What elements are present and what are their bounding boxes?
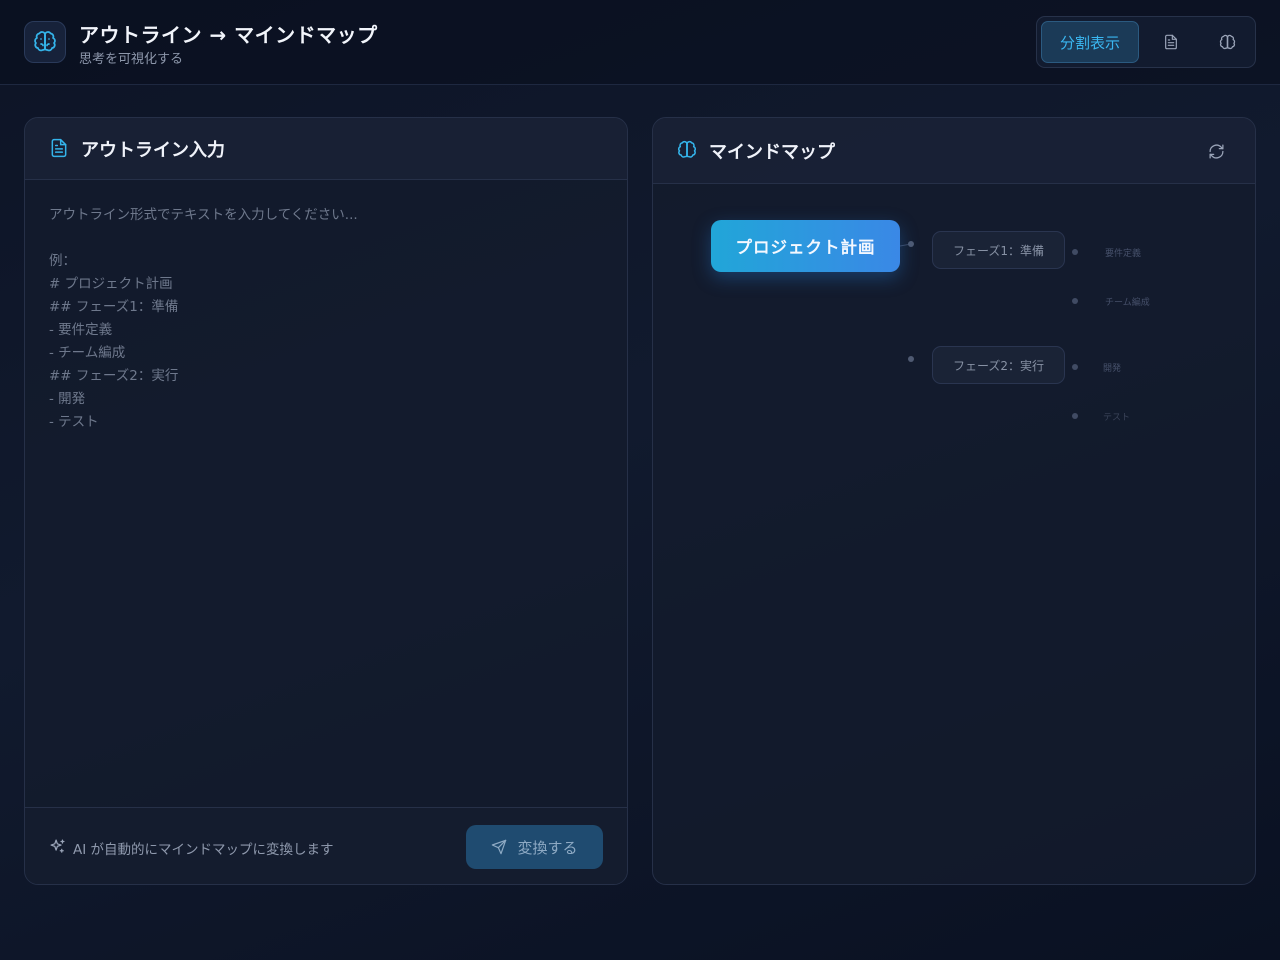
connector-dot — [1072, 413, 1078, 419]
mindmap-connectors — [899, 241, 1078, 419]
mindmap-branch-node[interactable]: フェーズ1：準備 — [932, 231, 1065, 269]
mindmap-leaf-node[interactable]: 開発 — [1103, 361, 1121, 374]
outline-view-button[interactable] — [1149, 21, 1193, 63]
app-subtitle: 思考を可視化する — [79, 52, 184, 67]
outline-panel-header: アウトライン入力 — [25, 118, 627, 180]
mindmap-leaf-node[interactable]: チーム編成 — [1105, 295, 1150, 308]
mindmap-panel: マインドマップ プロジェクト計画 フェーズ1：準備 フェーズ2：実行 要件定義 … — [652, 117, 1256, 885]
mindmap-leaf-node[interactable]: 要件定義 — [1105, 246, 1141, 259]
brain-icon — [678, 140, 696, 158]
split-view-button[interactable]: 分割表示 — [1041, 21, 1139, 63]
connector-dot — [1072, 364, 1078, 370]
refresh-button[interactable] — [1205, 140, 1227, 162]
send-icon — [492, 839, 507, 855]
outline-textarea[interactable] — [25, 180, 627, 808]
mindmap-leaf-node[interactable]: テスト — [1103, 410, 1130, 423]
outline-panel-footer: AI が自動的にマインドマップに変換します 変換する — [25, 807, 627, 884]
outline-panel: アウトライン入力 AI が自動的にマインドマップに変換します 変換する — [24, 117, 628, 885]
refresh-icon — [1208, 143, 1224, 159]
mindmap-panel-title: マインドマップ — [709, 142, 835, 163]
brain-icon — [1219, 34, 1235, 49]
mindmap-root-node[interactable]: プロジェクト計画 — [711, 220, 900, 272]
mindmap-canvas[interactable]: プロジェクト計画 フェーズ1：準備 フェーズ2：実行 要件定義 チーム編成 開発… — [653, 184, 1255, 884]
app-title: アウトライン → マインドマップ — [79, 23, 378, 47]
outline-panel-title: アウトライン入力 — [81, 140, 225, 161]
connector-dot — [908, 356, 914, 362]
document-icon — [1165, 34, 1177, 50]
mindmap-panel-header: マインドマップ — [653, 118, 1255, 184]
mindmap-view-button[interactable] — [1205, 21, 1249, 63]
app-logo — [24, 21, 66, 63]
sparkles-icon — [50, 839, 65, 853]
connector-dot — [1072, 249, 1078, 255]
ai-hint-text: AI が自動的にマインドマップに変換します — [73, 842, 334, 858]
connector-dot — [1072, 298, 1078, 304]
convert-button-label: 変換する — [517, 838, 578, 857]
brain-icon — [34, 31, 56, 52]
connector-dot — [908, 241, 914, 247]
app-header: アウトライン → マインドマップ 思考を可視化する 分割表示 — [0, 0, 1280, 85]
view-switch: 分割表示 — [1036, 16, 1256, 68]
document-icon — [51, 138, 67, 158]
mindmap-branch-node[interactable]: フェーズ2：実行 — [932, 346, 1065, 384]
convert-button[interactable]: 変換する — [466, 825, 603, 869]
